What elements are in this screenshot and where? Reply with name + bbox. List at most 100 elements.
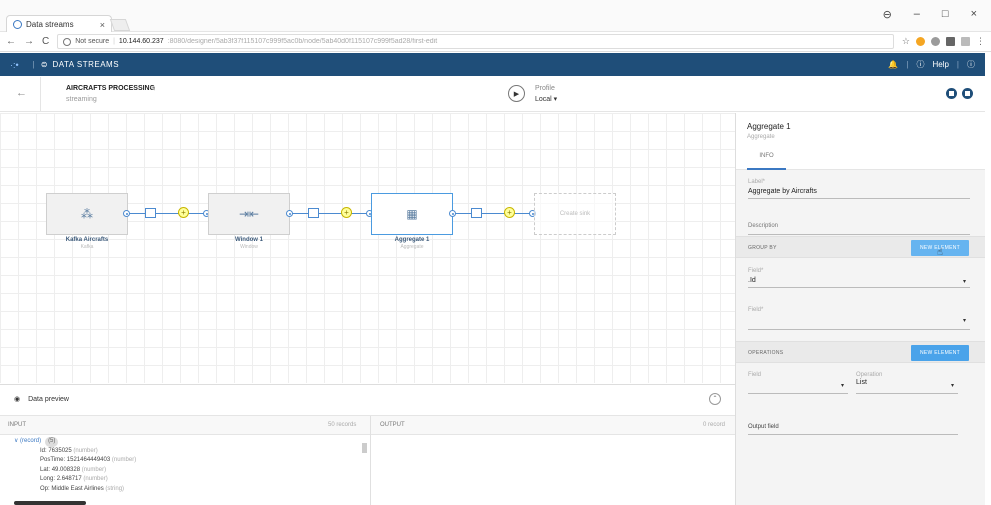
data-streams-icon: ⊜: [40, 60, 48, 69]
stop-button[interactable]: [946, 88, 957, 99]
group-field-2-select[interactable]: [748, 316, 970, 319]
label-field[interactable]: Label* Aggregate by Aircrafts: [748, 179, 970, 199]
extension-icon[interactable]: [916, 37, 925, 46]
input-header: INPUT: [8, 422, 26, 428]
tab-close-icon[interactable]: ×: [100, 20, 105, 30]
chevron-down-icon[interactable]: ▾: [963, 317, 966, 324]
add-node-icon[interactable]: +: [178, 207, 189, 218]
pipeline-name: AIRCRAFTS PROCESSING: [66, 85, 156, 92]
group-by-label: GROUP BY: [748, 245, 777, 251]
eye-icon: ◉: [14, 396, 21, 403]
operation-field-select[interactable]: Field ▾: [748, 372, 848, 394]
reload-icon[interactable]: C: [42, 36, 49, 47]
chevron-down-icon[interactable]: ▾: [841, 382, 844, 389]
globe-icon: [13, 20, 22, 29]
edit-icon[interactable]: ✎: [150, 85, 156, 93]
horizontal-scrollbar[interactable]: [14, 501, 86, 505]
profile-select[interactable]: Local ▾: [535, 95, 557, 103]
run-button[interactable]: ▶: [508, 85, 525, 102]
node-label: Aggregate 1: [394, 237, 430, 243]
tab-info[interactable]: INFO: [747, 153, 786, 170]
connector: [290, 213, 370, 214]
about-icon[interactable]: ⓘ: [967, 59, 975, 70]
browser-tabstrip: Data streams × ⊖ – □ ×: [0, 0, 991, 33]
address-bar: ← → C Not secure | 10.144.60.237 :8080/d…: [0, 32, 991, 52]
connector: [128, 213, 208, 214]
bookmark-star-icon[interactable]: ☆: [902, 36, 910, 47]
node-sublabel: Window: [240, 244, 258, 250]
browser-menu-icon[interactable]: ⋮: [976, 36, 985, 47]
label-input[interactable]: Aggregate by Aircrafts: [748, 188, 970, 198]
account-icon[interactable]: ⊖: [883, 8, 892, 21]
help-icon[interactable]: ⓘ: [916, 59, 924, 70]
buffer-icon[interactable]: [145, 208, 156, 218]
node-aggregate[interactable]: ▦: [371, 193, 453, 235]
node-kafka[interactable]: ⁂: [46, 193, 128, 235]
chevron-down-icon[interactable]: ▾: [963, 278, 966, 285]
browser-tab[interactable]: Data streams ×: [6, 15, 112, 33]
operation-select[interactable]: Operation List ▾: [856, 372, 958, 394]
record-root[interactable]: ∨ (record) (5): [14, 437, 136, 447]
pipeline-type: streaming: [66, 96, 97, 103]
info-icon[interactable]: [63, 37, 72, 46]
extension-icon[interactable]: [931, 37, 940, 46]
save-button[interactable]: [962, 88, 973, 99]
group-field-1[interactable]: Field* .Id ▾: [748, 268, 970, 288]
extension-icons: ☆ ⋮: [902, 36, 985, 47]
add-node-icon[interactable]: +: [341, 207, 352, 218]
help-link[interactable]: Help: [932, 60, 948, 69]
extension-icon[interactable]: [946, 37, 955, 46]
play-icon: ▶: [513, 90, 520, 98]
collapse-icon[interactable]: ⌃: [709, 393, 721, 405]
group-field-2[interactable]: Field* ▾: [748, 307, 970, 330]
extension-icon[interactable]: [961, 37, 970, 46]
maximize-button[interactable]: □: [942, 8, 949, 21]
panel-title: Aggregate 1: [747, 122, 791, 131]
data-preview: ◉ Data preview ⌃ INPUT 50 records OUTPUT…: [0, 384, 735, 505]
group-by-section: GROUP BY NEW ELEMENT ☝: [736, 236, 985, 258]
back-icon[interactable]: ←: [6, 36, 16, 47]
buffer-icon[interactable]: [308, 208, 319, 218]
back-button[interactable]: ←: [16, 87, 27, 99]
tab-title: Data streams: [26, 20, 74, 29]
add-operation-button[interactable]: NEW ELEMENT: [911, 345, 969, 361]
scrollbar[interactable]: [362, 443, 367, 453]
description-input[interactable]: [748, 234, 970, 235]
app-title: DATA STREAMS: [52, 60, 120, 69]
output-header: OUTPUT: [380, 422, 405, 428]
minimize-button[interactable]: –: [914, 8, 920, 21]
chevron-down-icon[interactable]: ▾: [951, 382, 954, 389]
node-sublabel: Aggregate: [400, 244, 424, 250]
panel-subtitle: Aggregate: [747, 134, 775, 140]
window-icon: ⇥⇤: [238, 207, 260, 221]
notification-icon[interactable]: 🔔: [888, 60, 898, 69]
create-sink-label: Create sink: [559, 211, 591, 217]
add-node-icon[interactable]: +: [504, 207, 515, 218]
list-item: Long: 2.648717 (number): [40, 476, 108, 482]
output-port[interactable]: [449, 210, 456, 217]
new-tab-button[interactable]: [109, 19, 131, 31]
output-port[interactable]: [286, 210, 293, 217]
operation-value: List: [856, 379, 867, 386]
close-window-button[interactable]: ×: [971, 8, 977, 21]
output-field-input[interactable]: Output field: [748, 421, 958, 435]
list-item: PosTime: 1521464449403 (number): [40, 457, 137, 463]
url-path: :8080/designer/5ab3f37f115107c999f5ac0b/…: [167, 38, 438, 45]
window-controls: ⊖ – □ ×: [883, 8, 977, 21]
group-field-1-select[interactable]: .Id: [748, 277, 970, 287]
create-sink-placeholder[interactable]: Create sink: [534, 193, 616, 235]
preview-columns: INPUT 50 records OUTPUT 0 record: [0, 415, 735, 505]
forward-icon[interactable]: →: [24, 36, 34, 47]
input-count: 50 records: [328, 422, 357, 428]
app-logo: ·:•: [10, 59, 19, 70]
data-preview-title: Data preview: [28, 395, 69, 403]
url-input[interactable]: Not secure | 10.144.60.237 :8080/designe…: [57, 34, 894, 49]
aggregate-icon: ▦: [406, 207, 418, 221]
list-item: Op: Middle East Airlines (string): [40, 485, 125, 492]
output-port[interactable]: [123, 210, 130, 217]
buffer-icon[interactable]: [471, 208, 482, 218]
node-window[interactable]: ⇥⇤: [208, 193, 290, 235]
operations-label: OPERATIONS: [748, 350, 784, 356]
security-label: Not secure: [75, 38, 110, 45]
pipeline-canvas[interactable]: ⁂ Kafka Aircrafts Kafka + ⇥⇤ Window 1 Wi…: [0, 113, 735, 383]
